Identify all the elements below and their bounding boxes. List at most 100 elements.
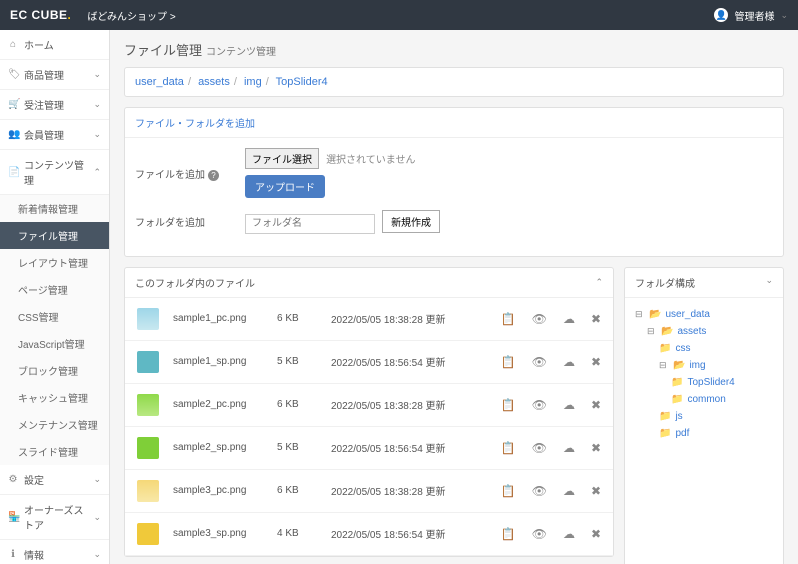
download-icon[interactable]: ☁ <box>563 484 575 498</box>
upload-button[interactable]: アップロード <box>245 175 325 198</box>
tree-node-pdf[interactable]: 📁pdf <box>635 425 773 442</box>
file-row: sample1_pc.png6 KB2022/05/05 18:38:28 更新… <box>125 298 613 341</box>
subnav-maint[interactable]: メンテナンス管理 <box>0 411 109 438</box>
copy-icon[interactable]: 📋 <box>501 312 516 326</box>
chevron-up-icon[interactable]: ⌃ <box>595 277 603 288</box>
delete-icon[interactable]: ✖ <box>591 312 601 326</box>
main-content: ファイル管理コンテンツ管理 user_data/ assets/ img/ To… <box>110 30 798 564</box>
add-panel: ファイル・フォルダを追加 ファイルを追加? ファイル選択 選択されていません ア… <box>124 107 784 257</box>
breadcrumb-item[interactable]: TopSlider4 <box>276 76 328 88</box>
file-thumbnail <box>137 523 159 545</box>
download-icon[interactable]: ☁ <box>563 355 575 369</box>
file-row: sample2_sp.png 5 KB 2022/05/05 18:56:54 更新… <box>125 427 613 470</box>
file-name: sample2_sp.png <box>173 442 263 453</box>
delete-icon[interactable]: ✖ <box>591 441 601 455</box>
file-name: sample3_sp.png <box>173 528 263 539</box>
page-title: ファイル管理コンテンツ管理 <box>124 40 784 59</box>
folder-name-input[interactable] <box>245 214 375 234</box>
nav-settings[interactable]: ⚙設定⌄ <box>0 465 109 495</box>
brand-logo: EC CUBE. <box>10 8 71 22</box>
help-icon[interactable]: ? <box>208 170 219 181</box>
chevron-down-icon[interactable]: ⌄ <box>765 275 773 290</box>
tree-node-topslider[interactable]: 📁TopSlider4 <box>635 374 773 391</box>
file-size: 5 KB <box>277 356 317 367</box>
shop-link[interactable]: ばどみんショップ > <box>87 8 175 23</box>
folder-icon: 📁 <box>671 377 683 388</box>
delete-icon[interactable]: ✖ <box>591 527 601 541</box>
subnav-block[interactable]: ブロック管理 <box>0 357 109 384</box>
file-date: 2022/05/05 18:56:54 更新 <box>331 440 466 455</box>
subnav-slide[interactable]: スライド管理 <box>0 438 109 465</box>
file-list-title: このフォルダ内のファイル <box>135 275 255 290</box>
file-date: 2022/05/05 18:56:54 更新 <box>331 526 466 541</box>
sidebar: ⌂ホーム 🏷商品管理⌄ 🛒受注管理⌄ 👥会員管理⌄ 📄コンテンツ管理⌃ 新着情報… <box>0 30 110 564</box>
subnav-js[interactable]: JavaScript管理 <box>0 330 109 357</box>
nav-owners[interactable]: 🏪オーナーズストア⌄ <box>0 495 109 540</box>
gear-icon: ⚙ <box>8 474 18 485</box>
tree-node-root[interactable]: ⊟📂user_data <box>635 306 773 323</box>
tree-title: フォルダ構成 <box>635 275 695 290</box>
folder-icon: 📁 <box>659 411 671 422</box>
eye-icon[interactable]: 👁 <box>532 312 547 326</box>
breadcrumb-item[interactable]: img <box>244 76 262 88</box>
tree-node-img[interactable]: ⊟📂img <box>635 357 773 374</box>
download-icon[interactable]: ☁ <box>563 398 575 412</box>
breadcrumb-item[interactable]: assets <box>198 76 230 88</box>
copy-icon[interactable]: 📋 <box>501 398 516 412</box>
copy-icon[interactable]: 📋 <box>501 355 516 369</box>
no-file-text: 選択されていません <box>326 155 415 166</box>
file-row: sample3_sp.png4 KB2022/05/05 18:56:54 更新… <box>125 513 613 556</box>
file-size: 5 KB <box>277 442 317 453</box>
tree-node-js[interactable]: 📁js <box>635 408 773 425</box>
chevron-down-icon: ⌄ <box>93 512 101 523</box>
nav-product[interactable]: 🏷商品管理⌄ <box>0 60 109 90</box>
subnav-cache[interactable]: キャッシュ管理 <box>0 384 109 411</box>
download-icon[interactable]: ☁ <box>563 312 575 326</box>
chevron-down-icon: ⌄ <box>93 474 101 485</box>
subnav-page[interactable]: ページ管理 <box>0 276 109 303</box>
tree-node-css[interactable]: 📁css <box>635 340 773 357</box>
download-icon[interactable]: ☁ <box>563 441 575 455</box>
delete-icon[interactable]: ✖ <box>591 355 601 369</box>
nav-member[interactable]: 👥会員管理⌄ <box>0 120 109 150</box>
nav-order[interactable]: 🛒受注管理⌄ <box>0 90 109 120</box>
copy-icon[interactable]: 📋 <box>501 527 516 541</box>
chevron-up-icon: ⌃ <box>93 167 101 178</box>
eye-icon[interactable]: 👁 <box>532 355 547 369</box>
nav-home[interactable]: ⌂ホーム <box>0 30 109 60</box>
delete-icon[interactable]: ✖ <box>591 398 601 412</box>
folder-icon: 📁 <box>659 343 671 354</box>
eye-icon[interactable]: 👁 <box>532 441 547 455</box>
file-icon: 📄 <box>8 167 18 178</box>
copy-icon[interactable]: 📋 <box>501 441 516 455</box>
choose-file-button[interactable]: ファイル選択 <box>245 148 319 169</box>
copy-icon[interactable]: 📋 <box>501 484 516 498</box>
minus-icon: ⊟ <box>635 309 645 320</box>
file-list-panel: このフォルダ内のファイル ⌃ sample1_pc.png6 KB2022/05… <box>124 267 614 557</box>
file-date: 2022/05/05 18:56:54 更新 <box>331 354 466 369</box>
subnav-layout[interactable]: レイアウト管理 <box>0 249 109 276</box>
delete-icon[interactable]: ✖ <box>591 484 601 498</box>
subnav-file[interactable]: ファイル管理 <box>0 222 109 249</box>
folder-icon: 📁 <box>659 428 671 439</box>
tree-node-assets[interactable]: ⊟📂assets <box>635 323 773 340</box>
eye-icon[interactable]: 👁 <box>532 484 547 498</box>
users-icon: 👥 <box>8 129 18 140</box>
breadcrumb-item[interactable]: user_data <box>135 76 184 88</box>
info-icon: ℹ <box>8 549 18 560</box>
file-name: sample1_sp.png <box>173 356 263 367</box>
file-thumbnail <box>137 308 159 330</box>
eye-icon[interactable]: 👁 <box>532 527 547 541</box>
chevron-down-icon: ⌄ <box>93 129 101 140</box>
new-folder-button[interactable]: 新規作成 <box>382 210 440 233</box>
subnav-css[interactable]: CSS管理 <box>0 303 109 330</box>
download-icon[interactable]: ☁ <box>563 527 575 541</box>
subnav-news[interactable]: 新着情報管理 <box>0 195 109 222</box>
nav-content[interactable]: 📄コンテンツ管理⌃ <box>0 150 109 195</box>
tree-node-common[interactable]: 📁common <box>635 391 773 408</box>
eye-icon[interactable]: 👁 <box>532 398 547 412</box>
file-thumbnail <box>137 351 159 373</box>
user-menu[interactable]: 👤 管理者様 ⌄ <box>714 8 788 23</box>
nav-info[interactable]: ℹ情報⌄ <box>0 540 109 564</box>
folder-open-icon: 📂 <box>673 360 685 371</box>
